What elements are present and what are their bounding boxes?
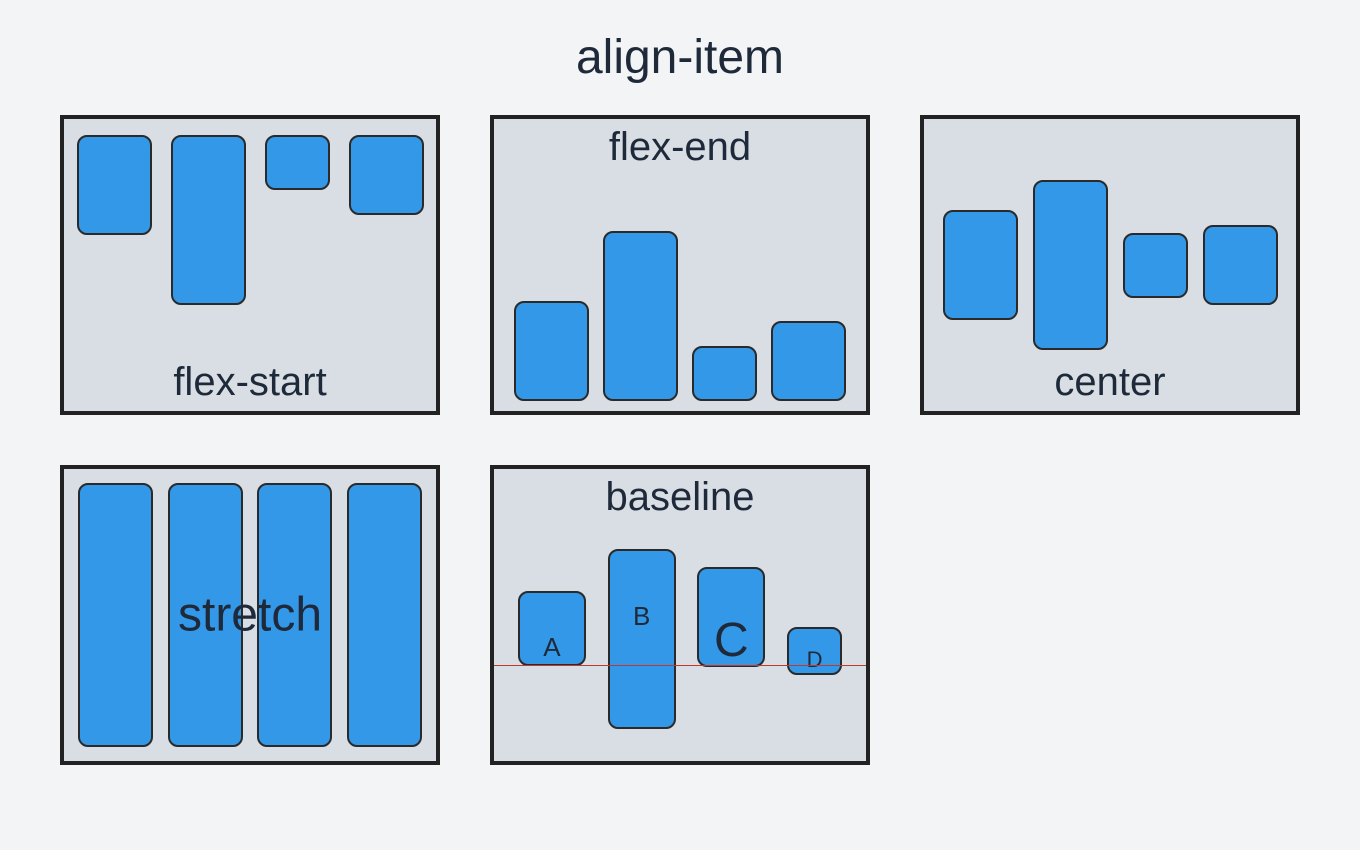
flex-item bbox=[943, 210, 1018, 320]
box-letter: D bbox=[807, 649, 823, 671]
flex-item: C bbox=[697, 567, 765, 667]
flex-item bbox=[1203, 225, 1278, 305]
label-flex-start: flex-start bbox=[173, 360, 326, 405]
flex-item bbox=[349, 135, 424, 215]
flex-item bbox=[347, 483, 422, 747]
panel-center: center bbox=[920, 115, 1300, 415]
box-letter: B bbox=[633, 603, 650, 629]
label-center: center bbox=[1054, 360, 1165, 405]
panel-stretch: stretch bbox=[60, 465, 440, 765]
page-title: align-item bbox=[0, 0, 1360, 105]
flex-item bbox=[514, 301, 589, 401]
flex-item bbox=[603, 231, 678, 401]
flex-item bbox=[78, 483, 153, 747]
flex-item bbox=[77, 135, 152, 235]
flex-item bbox=[771, 321, 846, 401]
flex-item: D bbox=[787, 627, 842, 675]
baseline-rule-line bbox=[494, 665, 866, 666]
boxes-baseline: A B C D bbox=[494, 469, 866, 761]
flex-item: B bbox=[608, 549, 676, 729]
box-letter: A bbox=[543, 634, 560, 660]
panel-baseline: baseline ABCD bbox=[490, 465, 870, 765]
flex-item bbox=[171, 135, 246, 305]
panel-flex-end: flex-end bbox=[490, 115, 870, 415]
flex-item bbox=[1123, 233, 1188, 298]
flex-item: A bbox=[518, 591, 586, 666]
panel-grid: flex-start flex-end center stretch basel… bbox=[0, 105, 1360, 775]
flex-item bbox=[265, 135, 330, 190]
box-letter: C bbox=[714, 617, 749, 665]
label-flex-end: flex-end bbox=[609, 125, 751, 170]
label-stretch: stretch bbox=[178, 588, 322, 643]
flex-item bbox=[1033, 180, 1108, 350]
panel-flex-start: flex-start bbox=[60, 115, 440, 415]
flex-item bbox=[692, 346, 757, 401]
